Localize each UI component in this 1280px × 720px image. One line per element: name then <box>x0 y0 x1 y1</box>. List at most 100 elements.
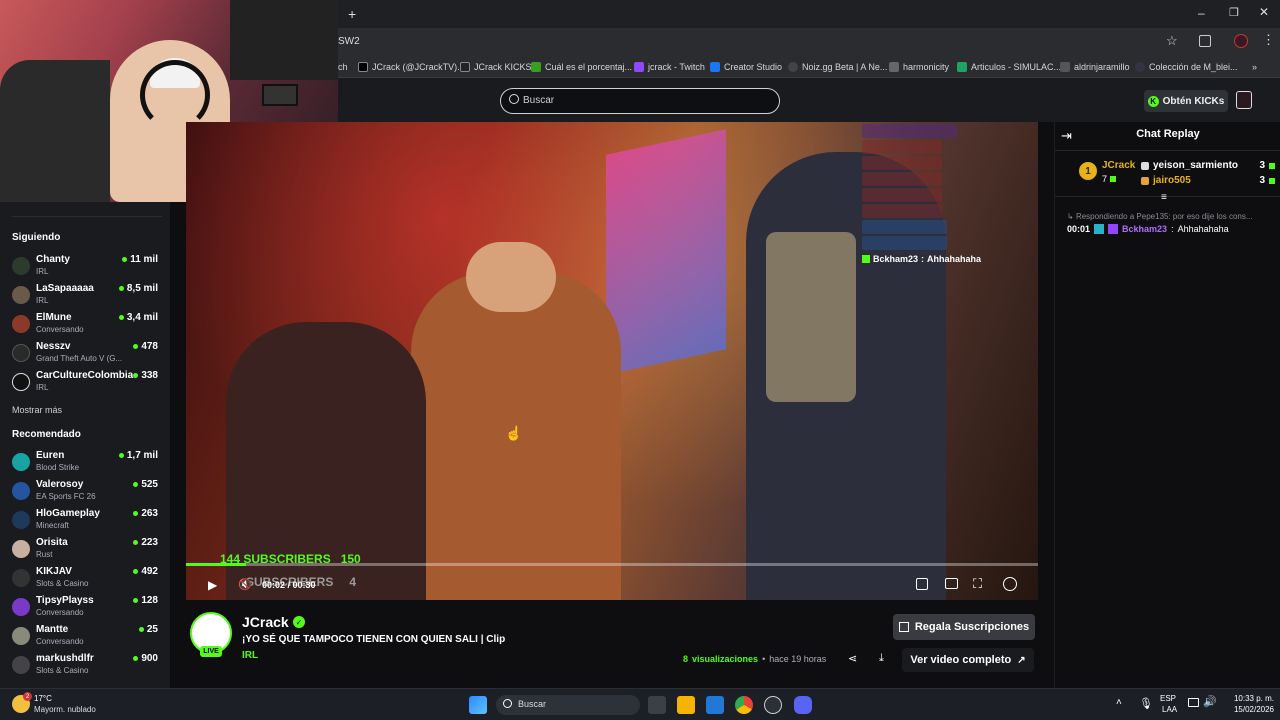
channel-category: Blood Strike <box>36 463 80 472</box>
discord-icon[interactable] <box>794 696 812 714</box>
clock-time[interactable]: 10:33 p. m. <box>1224 694 1274 703</box>
sidebar-channel-elmune[interactable]: ElMune Conversando 3,4 mil <box>0 310 170 338</box>
bookmark-item[interactable]: jcrack - Twitch <box>634 59 705 75</box>
share-icon[interactable]: ⋖ <box>848 652 857 665</box>
volume-icon[interactable]: 🔊 <box>1203 695 1217 708</box>
stream-category[interactable]: IRL <box>242 650 258 661</box>
live-dot-icon <box>138 627 144 632</box>
channel-category: Slots & Casino <box>36 666 89 675</box>
address-text: SW2 <box>338 36 360 47</box>
channel-name: Euren <box>36 450 65 461</box>
task-view-icon[interactable] <box>648 696 666 714</box>
gift-subscriptions-button[interactable]: Regala Suscripciones <box>893 614 1035 640</box>
new-tab-icon[interactable]: + <box>348 6 356 22</box>
bookmark-item[interactable]: Cuál es el porcentaj... <box>531 59 632 75</box>
avatar <box>12 257 30 275</box>
bookmark-star-icon[interactable]: ☆ <box>1166 33 1178 49</box>
volume-muted-icon[interactable]: 🔇 <box>238 578 252 591</box>
leaderboard-entry[interactable]: jairo505 3 <box>1141 175 1275 186</box>
live-dot-icon <box>133 540 139 545</box>
taskbar-search-input[interactable]: Buscar <box>496 695 640 715</box>
sidebar-channel-euren[interactable]: Euren Blood Strike 1,7 mil <box>0 448 170 476</box>
channel-name: CarCultureColombia <box>36 370 134 381</box>
video-player[interactable]: Bckham23: Ahhahahaha 144 SUBSCRIBERS 150 … <box>186 122 1038 600</box>
sidebar-channel-kikjav[interactable]: KIKJAV Slots & Casino 492 <box>0 564 170 592</box>
sidebar-channel-mantte[interactable]: Mantte Conversando 25 <box>0 622 170 650</box>
sidebar-channel-tipsyplayss[interactable]: TipsyPlayss Conversando 128 <box>0 593 170 621</box>
divider <box>1055 196 1280 197</box>
browser-menu-icon[interactable]: ⋮ <box>1262 32 1275 48</box>
minimize-icon[interactable]: – <box>1198 6 1205 20</box>
channel-category: Minecraft <box>36 521 69 530</box>
bookmark-item[interactable]: JCrack (@JCrackTV)... <box>358 59 465 75</box>
watch-full-video-button[interactable]: Ver video completo ↗ <box>902 648 1034 672</box>
bookmark-item[interactable]: JCrack KICKS <box>460 59 532 75</box>
search-icon <box>509 94 519 104</box>
gift-icon <box>898 622 909 632</box>
network-icon[interactable] <box>1188 698 1199 707</box>
avatar <box>12 569 30 587</box>
download-icon[interactable]: ⤓ <box>879 652 884 665</box>
extensions-icon[interactable] <box>1199 35 1211 47</box>
sidebar-channel-nesszv[interactable]: Nesszv Grand Theft Auto V (G... 478 <box>0 339 170 367</box>
miniplayer-icon[interactable] <box>916 578 928 590</box>
bookmark-item[interactable]: Articulos - SIMULAC... <box>957 59 1061 75</box>
sidebar-channel-orisita[interactable]: Orisita Rust 223 <box>0 535 170 563</box>
get-kicks-label: Obtén KICKs <box>1162 95 1225 107</box>
bookmark-item[interactable]: aldrinjaramillo <box>1060 59 1130 75</box>
video-progress-track[interactable] <box>186 563 1038 566</box>
show-more-link[interactable]: Mostrar más <box>12 405 62 415</box>
leaderboard-top-name[interactable]: JCrack <box>1102 160 1135 171</box>
leaderboard-entry[interactable]: yeison_sarmiento 3 <box>1141 160 1275 171</box>
expand-leaderboard-icon[interactable]: ≡ <box>1161 192 1167 203</box>
bookmark-item[interactable]: ch <box>338 59 348 75</box>
close-window-icon[interactable]: ✕ <box>1259 5 1269 19</box>
fullscreen-icon[interactable]: ⛶ <box>973 576 982 592</box>
avatar <box>12 598 30 616</box>
bookmark-item[interactable]: Noiz.gg Beta | A Ne... <box>788 59 887 75</box>
bookmark-item[interactable]: Creator Studio <box>710 59 782 75</box>
more-bookmarks-icon[interactable]: » <box>1252 59 1257 75</box>
chrome-icon[interactable] <box>735 696 753 714</box>
site-icon <box>531 62 541 72</box>
windows-start-icon[interactable] <box>469 696 487 714</box>
tray-overflow-icon[interactable]: ˄ <box>1116 697 1122 708</box>
search-input[interactable]: Buscar <box>500 88 780 114</box>
views-meta: 8 visualizaciones • hace 19 horas <box>683 654 827 664</box>
leaderboard-top-count: 7 <box>1102 174 1117 184</box>
video-chat-line: Bckham23: Ahhahahaha <box>862 252 1032 266</box>
badge-icon <box>1108 224 1119 234</box>
theater-mode-icon[interactable] <box>945 578 958 589</box>
settings-icon[interactable] <box>1003 577 1017 591</box>
user-avatar[interactable] <box>1236 91 1252 109</box>
language-indicator[interactable]: ESP <box>1160 694 1176 703</box>
sidebar-channel-carculturecolombia[interactable]: CarCultureColombia IRL 338 <box>0 368 170 396</box>
channel-category: IRL <box>36 383 49 392</box>
viewer-count: 3,4 mil <box>118 312 158 323</box>
sidebar-channel-lasapaaaaa[interactable]: LaSapaaaaa IRL 8,5 mil <box>0 281 170 309</box>
twitch-icon <box>634 62 644 72</box>
profile-avatar[interactable] <box>1234 34 1248 48</box>
bookmark-item[interactable]: harmonicity <box>889 59 949 75</box>
obs-icon[interactable] <box>764 696 782 714</box>
microphone-icon[interactable]: 🎙 <box>1139 697 1153 710</box>
sidebar-channel-hlogameplay[interactable]: HloGameplay Minecraft 263 <box>0 506 170 534</box>
restore-icon[interactable]: ❐ <box>1229 6 1239 19</box>
channel-name[interactable]: JCrack <box>242 614 289 630</box>
channel-name: TipsyPlayss <box>36 595 94 606</box>
get-kicks-button[interactable]: K Obtén KICKs <box>1144 90 1228 112</box>
sidebar-channel-valerosoy[interactable]: Valerosoy EA Sports FC 26 525 <box>0 477 170 505</box>
noiz-icon <box>788 62 798 72</box>
file-explorer-icon[interactable] <box>677 696 695 714</box>
bookmark-item[interactable]: Colección de M_blei... <box>1135 59 1238 75</box>
play-icon[interactable]: ▶ <box>208 578 217 592</box>
sidebar-channel-chanty[interactable]: Chanty IRL 11 mil <box>0 252 170 280</box>
sidebar-channel-markushdlfr[interactable]: markushdlfr Slots & Casino 900 <box>0 651 170 679</box>
site-icon <box>1135 62 1145 72</box>
mail-icon[interactable] <box>706 696 724 714</box>
harmonicity-icon <box>889 62 899 72</box>
channel-category: Slots & Casino <box>36 579 89 588</box>
channel-category: Grand Theft Auto V (G... <box>36 354 123 363</box>
live-dot-icon <box>118 315 124 320</box>
channel-category: Conversando <box>36 325 84 334</box>
